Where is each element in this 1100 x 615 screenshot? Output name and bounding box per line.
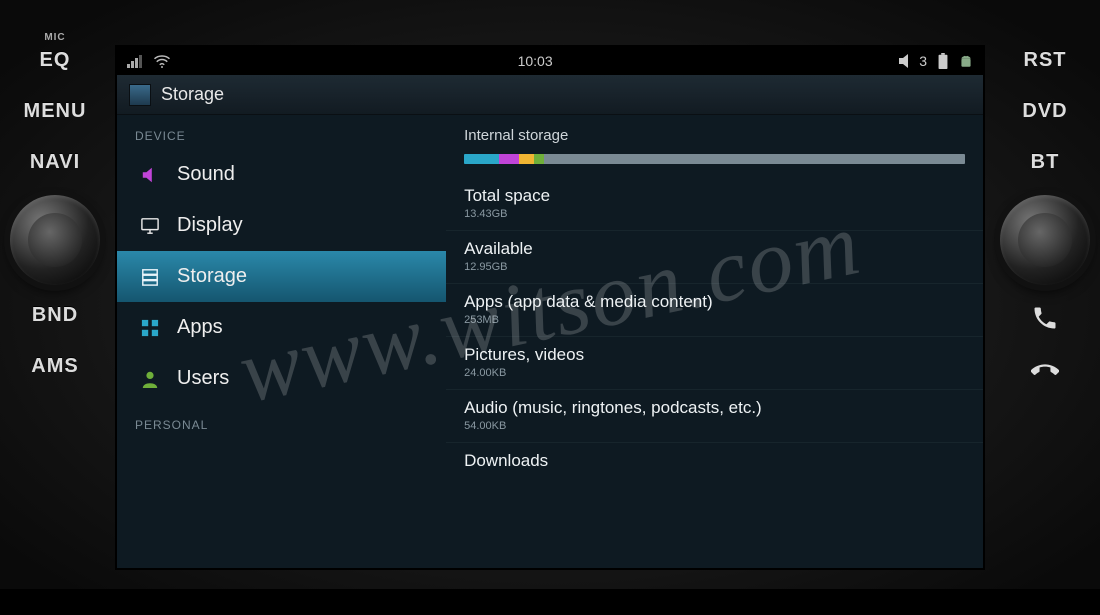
sidebar-item-users[interactable]: Users <box>117 353 446 404</box>
sidebar-item-label: Sound <box>177 163 235 186</box>
storage-detail-label: Audio (music, ringtones, podcasts, etc.) <box>464 398 965 418</box>
bnd-button[interactable]: BND <box>0 304 110 327</box>
status-time: 10:03 <box>518 53 553 69</box>
right-button-column: . RST DVD BT <box>990 0 1100 615</box>
display-icon <box>139 215 161 237</box>
tune-knob[interactable] <box>1000 195 1090 285</box>
storage-detail-label: Total space <box>464 186 965 206</box>
section-personal: PERSONAL <box>117 404 446 438</box>
settings-title-bar: Storage <box>117 75 983 115</box>
storage-detail-row[interactable]: Downloads <box>446 442 983 481</box>
dvd-button[interactable]: DVD <box>990 100 1100 123</box>
sidebar-item-storage[interactable]: Storage <box>117 251 446 302</box>
menu-button[interactable]: MENU <box>0 100 110 123</box>
users-icon <box>139 368 161 390</box>
rst-button[interactable]: RST <box>990 49 1100 72</box>
section-device: DEVICE <box>117 115 446 149</box>
storage-detail-sub: 13.43GB <box>464 208 965 220</box>
volume-icon: 3 <box>899 53 927 69</box>
navi-button[interactable]: NAVI <box>0 151 110 174</box>
network-icon <box>127 54 143 68</box>
storage-detail-row[interactable]: Apps (app data & media content) 253MB <box>446 283 983 336</box>
sidebar-item-label: Storage <box>177 265 247 288</box>
storage-detail-sub: 253MB <box>464 314 965 326</box>
usage-segment <box>464 154 499 164</box>
left-button-column: MIC EQ MENU NAVI BND AMS <box>0 0 110 615</box>
battery-icon <box>937 53 949 69</box>
sound-icon <box>139 164 161 186</box>
sidebar-item-display[interactable]: Display <box>117 200 446 251</box>
sidebar-item-sound[interactable]: Sound <box>117 149 446 200</box>
sidebar-item-label: Apps <box>177 316 223 339</box>
eq-button[interactable]: EQ <box>0 49 110 72</box>
apps-icon <box>139 317 161 339</box>
sidebar-item-label: Users <box>177 367 229 390</box>
internal-storage-heading: Internal storage <box>446 123 983 150</box>
settings-sidebar: DEVICE Sound Display Storage <box>117 115 446 568</box>
sidebar-item-label: Display <box>177 214 243 237</box>
usage-segment <box>499 154 519 164</box>
storage-detail-row[interactable]: Total space 13.43GB <box>446 178 983 230</box>
volume-knob[interactable] <box>10 195 100 285</box>
usage-segment <box>544 154 965 164</box>
storage-details-panel: Internal storage Total space 13.43GB Avail… <box>446 115 983 568</box>
status-bar: 10:03 3 <box>117 47 983 75</box>
touchscreen: 10:03 3 Storage DEVICE Sound <box>115 45 985 570</box>
phone-answer-button[interactable] <box>990 304 1100 339</box>
usage-segment <box>519 154 534 164</box>
storage-detail-label: Pictures, videos <box>464 345 965 365</box>
storage-detail-sub: 24.00KB <box>464 367 965 379</box>
storage-icon <box>139 266 161 288</box>
storage-detail-row[interactable]: Audio (music, ringtones, podcasts, etc.)… <box>446 389 983 442</box>
storage-detail-sub: 54.00KB <box>464 420 965 432</box>
bt-button[interactable]: BT <box>990 151 1100 174</box>
storage-detail-row[interactable]: Pictures, videos 24.00KB <box>446 336 983 389</box>
sidebar-item-apps[interactable]: Apps <box>117 302 446 353</box>
storage-detail-label: Apps (app data & media content) <box>464 292 965 312</box>
storage-usage-bar <box>464 154 965 164</box>
mic-label: MIC <box>44 32 65 43</box>
storage-title-icon <box>129 84 151 106</box>
android-icon <box>959 53 973 69</box>
storage-detail-sub: 12.95GB <box>464 261 965 273</box>
ams-button[interactable]: AMS <box>0 355 110 378</box>
storage-detail-label: Available <box>464 239 965 259</box>
wifi-icon <box>153 54 171 68</box>
storage-detail-row[interactable]: Available 12.95GB <box>446 230 983 283</box>
page-title: Storage <box>161 84 224 105</box>
usage-segment <box>534 154 544 164</box>
phone-hangup-button[interactable] <box>990 357 1100 392</box>
storage-detail-label: Downloads <box>464 451 965 471</box>
